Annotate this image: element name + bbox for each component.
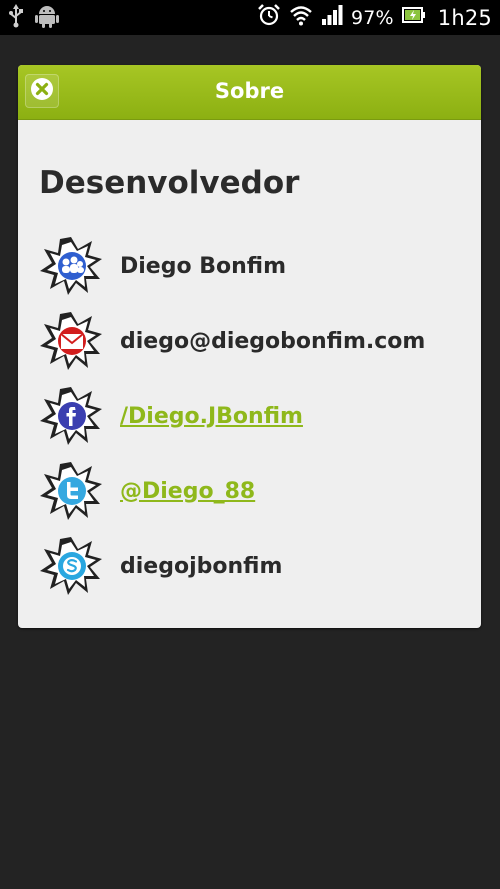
- contact-row-skype: diegojbonfim: [38, 533, 468, 599]
- email-icon: [38, 310, 104, 372]
- battery-icon: [401, 5, 426, 30]
- wifi-icon: [289, 4, 313, 31]
- contact-email: diego@diegobonfim.com: [120, 328, 426, 354]
- signal-icon: [321, 4, 343, 31]
- android-icon: [34, 3, 60, 33]
- contact-row-twitter: @Diego_88: [38, 458, 468, 524]
- close-icon: [30, 77, 54, 105]
- alarm-icon: [257, 3, 281, 32]
- facebook-link[interactable]: /Diego.JBonfim: [120, 404, 303, 429]
- twitter-icon: [38, 460, 104, 522]
- close-button[interactable]: [25, 74, 59, 108]
- facebook-icon: [38, 385, 104, 447]
- battery-percent: 97%: [350, 6, 394, 29]
- dialog-title: Sobre: [214, 79, 285, 103]
- clock: 1h25: [437, 5, 492, 30]
- twitter-link[interactable]: @Diego_88: [120, 479, 255, 504]
- skype-icon: [38, 535, 104, 597]
- myspace-people-icon: [38, 235, 104, 297]
- about-dialog: Sobre Desenvolvedor Diego Bonfim diego@d…: [18, 65, 481, 628]
- contact-name: Diego Bonfim: [120, 253, 287, 279]
- contact-row-facebook: /Diego.JBonfim: [38, 383, 468, 449]
- status-bar: 97% 1h25: [0, 0, 500, 35]
- contact-skype: diegojbonfim: [120, 553, 283, 579]
- dialog-header: Sobre: [18, 65, 481, 120]
- section-title: Desenvolvedor: [39, 165, 300, 201]
- usb-icon: [8, 3, 24, 32]
- contact-row-name: Diego Bonfim: [38, 233, 468, 299]
- contact-row-email: diego@diegobonfim.com: [38, 308, 468, 374]
